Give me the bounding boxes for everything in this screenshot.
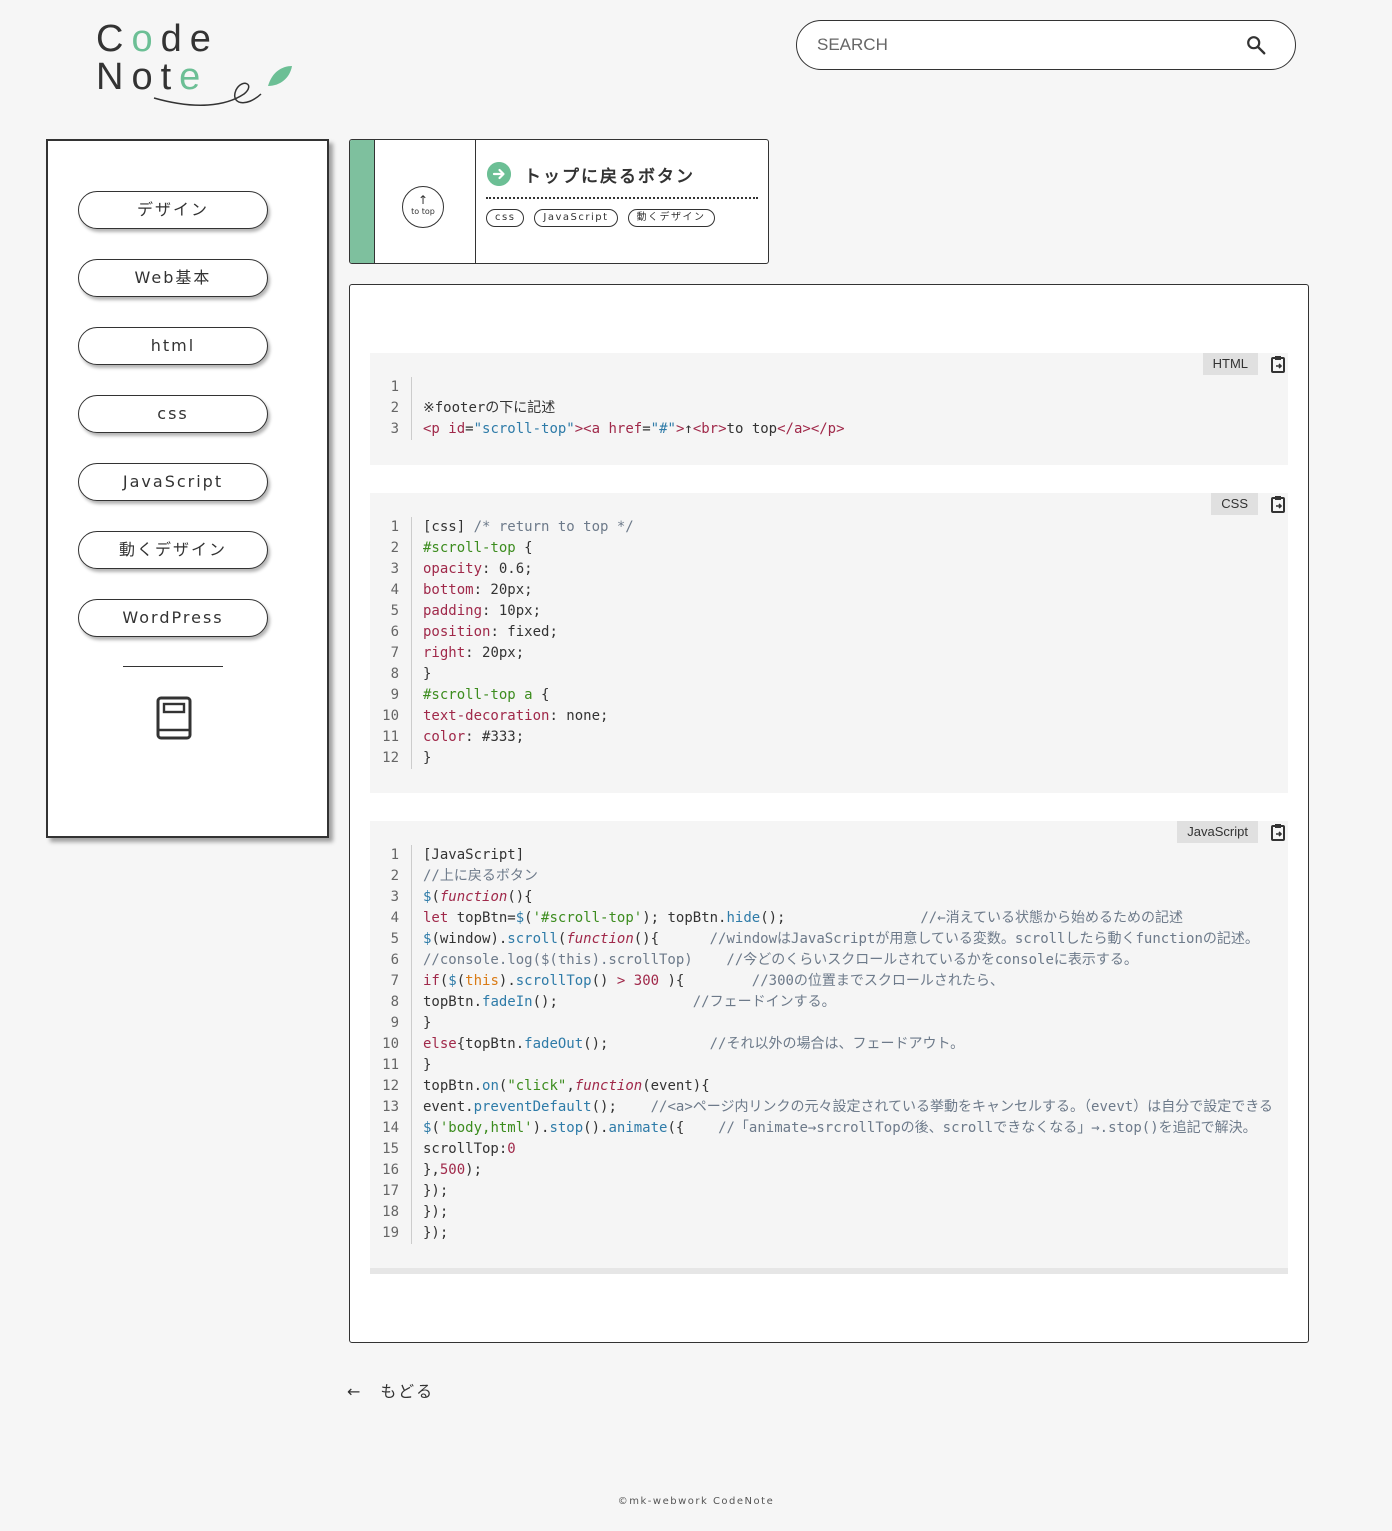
- sidebar-item-wordpress[interactable]: WordPress: [78, 599, 268, 637]
- sidebar-divider: [123, 666, 223, 667]
- code-block-css: CSS 1 [css] /* return to top */ 2 #scroll-…: [370, 493, 1288, 793]
- code-lang-label: JavaScript: [1177, 821, 1258, 843]
- sidebar-item-html[interactable]: html: [78, 327, 268, 365]
- title-divider: [486, 197, 758, 199]
- article-body: HTML 1 2 ※footerの下に記述 3 <p id="scroll-top"…: [349, 284, 1309, 1343]
- code-lang-label: HTML: [1202, 353, 1258, 375]
- tag-list: css JavaScript 動くデザイン: [486, 209, 715, 227]
- sidebar-item-javascript[interactable]: JavaScript: [78, 463, 268, 501]
- card-accent-bar: [350, 140, 375, 263]
- back-arrow-icon: ←: [347, 1382, 363, 1401]
- copy-icon[interactable]: [1270, 355, 1286, 373]
- site-logo[interactable]: Code Note: [96, 18, 296, 110]
- card-thumbnail: ↑ to top: [375, 140, 476, 263]
- copy-icon[interactable]: [1270, 823, 1286, 841]
- code-block-javascript: JavaScript 1 [JavaScript] 2//上に戻るボタン 3 $(f…: [370, 821, 1288, 1268]
- up-arrow-icon: ↑: [417, 193, 429, 207]
- back-label: もどる: [380, 1382, 435, 1401]
- tag-motion-design[interactable]: 動くデザイン: [627, 209, 715, 227]
- copy-icon[interactable]: [1270, 495, 1286, 513]
- search-box[interactable]: [796, 20, 1296, 70]
- article-card[interactable]: ↑ to top トップに戻るボタン css JavaScript 動くデザイン: [349, 139, 769, 264]
- code-lang-label: CSS: [1211, 493, 1258, 515]
- sidebar-item-web-basics[interactable]: Web基本: [78, 259, 268, 297]
- logo-leaf-icon: [153, 66, 292, 106]
- sidebar-item-motion-design[interactable]: 動くデザイン: [78, 531, 268, 569]
- sidebar-item-css[interactable]: css: [78, 395, 268, 433]
- article-title[interactable]: トップに戻るボタン: [524, 162, 695, 187]
- arrow-right-circle-icon: [487, 162, 511, 186]
- book-icon[interactable]: [155, 696, 193, 740]
- to-top-circle: ↑ to top: [402, 186, 444, 228]
- tag-javascript[interactable]: JavaScript: [534, 209, 618, 227]
- thumb-label: to top: [411, 207, 435, 216]
- search-input[interactable]: [817, 33, 1217, 57]
- sidebar-item-design[interactable]: デザイン: [78, 191, 268, 229]
- tag-css[interactable]: css: [486, 209, 525, 227]
- sidebar-nav: デザイン Web基本 html css JavaScript 動くデザイン Wo…: [46, 139, 329, 838]
- footer-copyright: ©mk-webwork CodeNote: [617, 1496, 775, 1507]
- back-link[interactable]: ← もどる: [347, 1378, 434, 1402]
- search-icon[interactable]: [1245, 34, 1267, 56]
- horizontal-scrollbar[interactable]: [370, 1268, 1288, 1274]
- code-block-html: HTML 1 2 ※footerの下に記述 3 <p id="scroll-top"…: [370, 353, 1288, 465]
